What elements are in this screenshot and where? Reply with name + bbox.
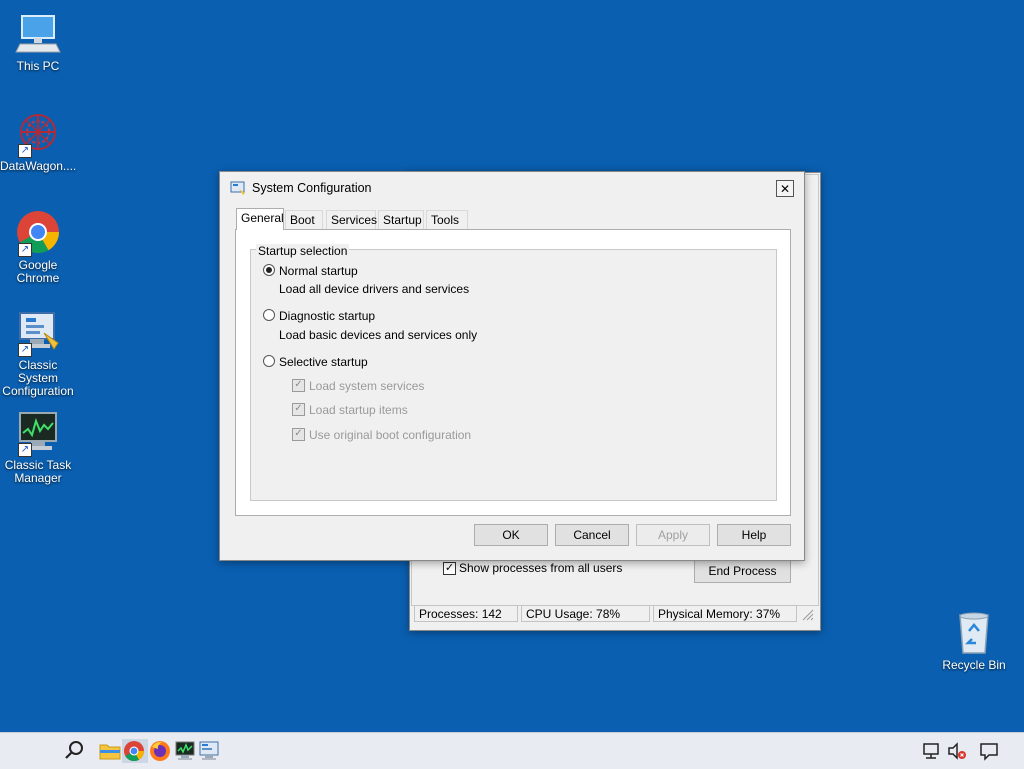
system-configuration-window: System Configuration ✕ General Boot Serv… bbox=[219, 171, 805, 561]
diagnostic-startup-radio[interactable] bbox=[263, 309, 275, 321]
system-config-icon: ↗ bbox=[14, 309, 62, 357]
tab-startup[interactable]: Startup bbox=[378, 210, 424, 229]
startup-selection-label: Startup selection bbox=[256, 244, 350, 258]
status-physical-memory: Physical Memory: 37% bbox=[653, 605, 797, 622]
shortcut-arrow-icon: ↗ bbox=[18, 343, 32, 357]
load-system-services-label: Load system services bbox=[309, 379, 425, 393]
tab-tools[interactable]: Tools bbox=[426, 210, 468, 229]
title-bar[interactable]: System Configuration ✕ bbox=[220, 172, 804, 204]
selective-startup-label[interactable]: Selective startup bbox=[279, 355, 368, 369]
system-config-icon[interactable] bbox=[197, 739, 221, 763]
network-icon[interactable] bbox=[920, 739, 944, 763]
resize-grip-icon[interactable] bbox=[800, 607, 814, 621]
tab-boot[interactable]: Boot bbox=[285, 210, 323, 229]
desktop-icon-label: This PC bbox=[16, 59, 60, 73]
desktop-icon-this-pc[interactable]: This PC bbox=[0, 10, 76, 73]
normal-startup-radio[interactable] bbox=[263, 264, 275, 276]
tab-general[interactable]: General bbox=[236, 208, 284, 230]
desktop-icon-label: Classic Task Manager bbox=[4, 458, 72, 485]
chrome-icon: ↗ bbox=[14, 209, 62, 257]
use-original-boot-config-label: Use original boot configuration bbox=[309, 428, 472, 442]
load-startup-items-label: Load startup items bbox=[309, 403, 408, 417]
end-process-button[interactable]: End Process bbox=[694, 560, 791, 583]
shortcut-arrow-icon: ↗ bbox=[18, 243, 32, 257]
load-startup-items-checkbox[interactable]: ✓ bbox=[292, 403, 305, 416]
desktop-icon-classic-task-manager[interactable]: ↗ Classic Task Manager bbox=[0, 409, 76, 485]
window-title: System Configuration bbox=[252, 181, 372, 195]
tab-page-general: Startup selection Normal startup Load al… bbox=[235, 229, 791, 516]
ok-button[interactable]: OK bbox=[474, 524, 548, 546]
desktop-icon-datawagon[interactable]: ↗ DataWagon.... bbox=[0, 110, 76, 173]
desktop-icon-label: Classic System Configuration bbox=[2, 358, 74, 398]
desktop-icon-classic-system-configuration[interactable]: ↗ Classic System Configuration bbox=[0, 309, 76, 398]
search-icon[interactable] bbox=[62, 739, 86, 763]
tab-strip: General Boot Services Startup Tools bbox=[236, 208, 796, 230]
volume-muted-icon[interactable] bbox=[945, 739, 969, 763]
desktop-icon-recycle-bin[interactable]: Recycle Bin bbox=[936, 609, 1012, 672]
recycle-bin-icon bbox=[950, 609, 998, 657]
diagnostic-startup-description: Load basic devices and services only bbox=[279, 328, 478, 342]
selective-startup-radio[interactable] bbox=[263, 355, 275, 367]
taskbar bbox=[0, 732, 1024, 769]
file-explorer-icon[interactable] bbox=[98, 739, 122, 763]
cancel-button[interactable]: Cancel bbox=[555, 524, 629, 546]
notification-icon[interactable] bbox=[977, 739, 1001, 763]
status-processes: Processes: 142 bbox=[414, 605, 518, 622]
this-pc-icon bbox=[14, 10, 62, 58]
system-config-title-icon bbox=[230, 180, 246, 196]
apply-button[interactable]: Apply bbox=[636, 524, 710, 546]
status-bar: Processes: 142 CPU Usage: 78% Physical M… bbox=[414, 605, 816, 624]
help-button[interactable]: Help bbox=[717, 524, 791, 546]
close-icon: ✕ bbox=[779, 182, 791, 196]
desktop-icon-label: Recycle Bin bbox=[942, 658, 1006, 672]
diagnostic-startup-label[interactable]: Diagnostic startup bbox=[279, 309, 375, 323]
firefox-icon[interactable] bbox=[148, 739, 172, 763]
desktop-icon-label: Google Chrome bbox=[16, 258, 60, 285]
desktop-icon-google-chrome[interactable]: ↗ Google Chrome bbox=[0, 209, 76, 285]
shortcut-arrow-icon: ↗ bbox=[18, 443, 32, 457]
desktop-icon-label: DataWagon.... bbox=[0, 159, 77, 173]
show-all-processes-label: Show processes from all users bbox=[459, 561, 623, 575]
datawagon-icon: ↗ bbox=[14, 110, 62, 158]
use-original-boot-config-checkbox[interactable]: ✓ bbox=[292, 428, 305, 441]
chrome-icon[interactable] bbox=[122, 739, 148, 763]
status-cpu-usage: CPU Usage: 78% bbox=[521, 605, 650, 622]
show-all-processes-checkbox[interactable]: ✓ bbox=[443, 562, 456, 575]
normal-startup-label[interactable]: Normal startup bbox=[279, 264, 358, 278]
task-manager-icon[interactable] bbox=[173, 739, 197, 763]
normal-startup-description: Load all device drivers and services bbox=[279, 282, 470, 296]
load-system-services-checkbox[interactable]: ✓ bbox=[292, 379, 305, 392]
close-button[interactable]: ✕ bbox=[776, 180, 794, 197]
shortcut-arrow-icon: ↗ bbox=[18, 144, 32, 158]
task-manager-icon: ↗ bbox=[14, 409, 62, 457]
tab-services[interactable]: Services bbox=[326, 210, 377, 229]
